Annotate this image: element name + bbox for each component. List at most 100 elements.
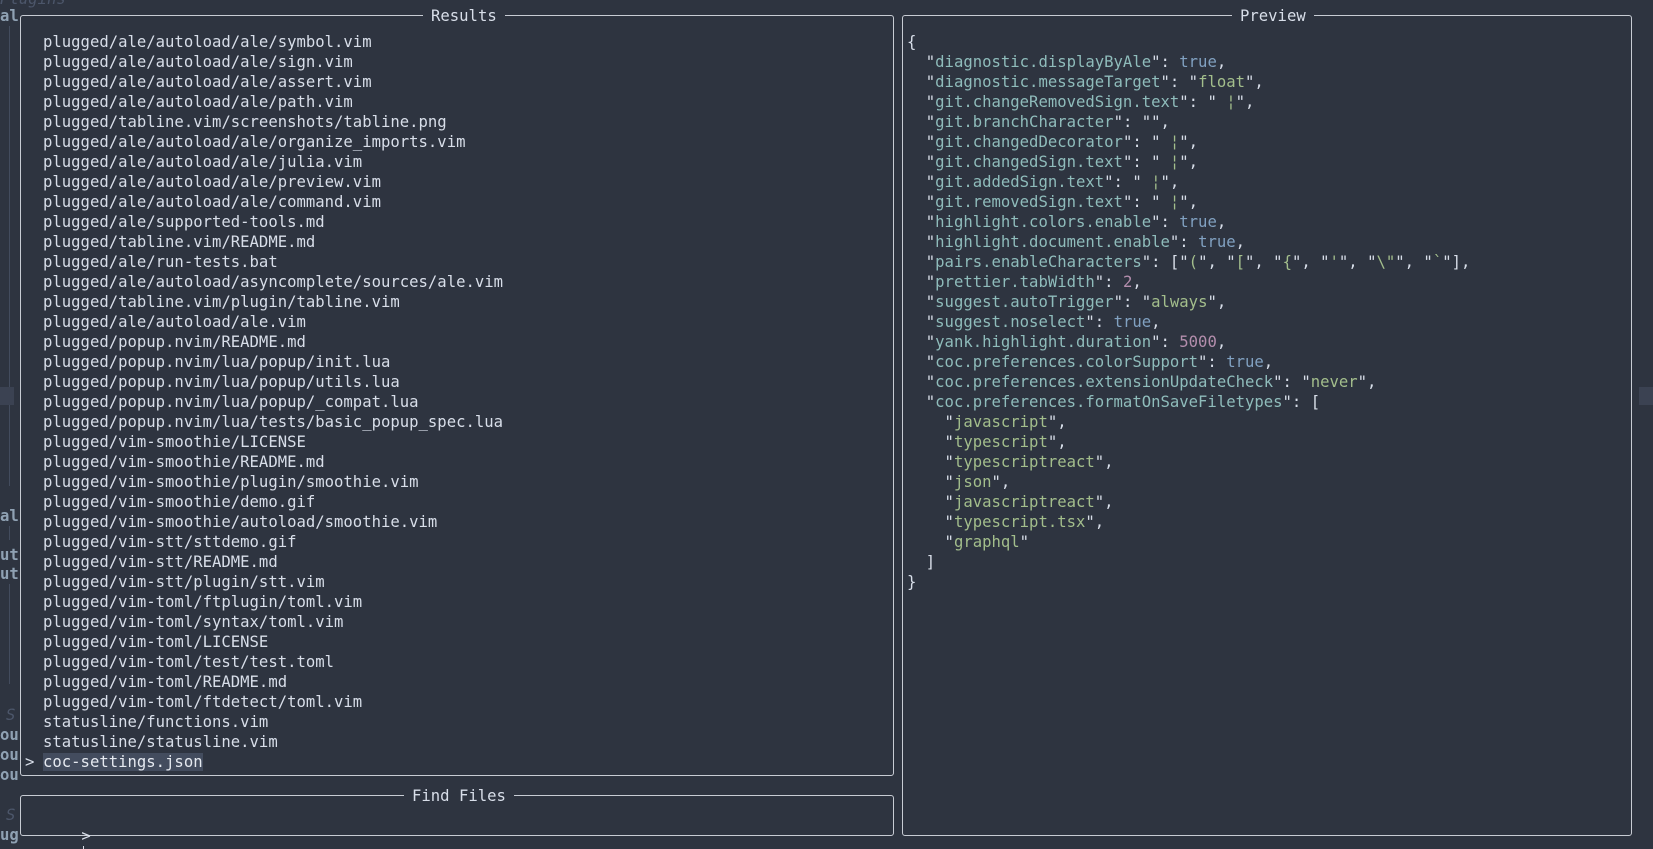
result-row[interactable]: plugged/ale/autoload/asyncomplete/source…	[21, 272, 893, 292]
code-token: ", "	[1245, 253, 1283, 271]
result-row[interactable]: plugged/ale/autoload/ale/sign.vim	[21, 52, 893, 72]
code-token: ": "	[1113, 293, 1152, 311]
code-token: "	[907, 393, 936, 411]
result-path: plugged/tabline.vim/screenshots/tabline.…	[43, 113, 447, 131]
code-token: "	[907, 73, 936, 91]
code-line: "json",	[907, 472, 1631, 492]
code-line: "git.branchCharacter": "",	[907, 112, 1631, 132]
result-row[interactable]: plugged/popup.nvim/lua/popup/utils.lua	[21, 372, 893, 392]
result-path: plugged/vim-smoothie/demo.gif	[43, 493, 316, 511]
bg-fragment: ou	[0, 746, 19, 764]
code-token: "	[907, 313, 936, 331]
code-token: ",	[1085, 513, 1105, 531]
prompt-input[interactable]: >	[25, 806, 91, 849]
code-token: ,	[1216, 333, 1227, 351]
result-row[interactable]: plugged/vim-smoothie/README.md	[21, 452, 893, 472]
result-row[interactable]: plugged/ale/autoload/ale/path.vim	[21, 92, 893, 112]
code-token: diagnostic.displayByAle	[935, 53, 1152, 71]
code-line: "coc.preferences.formatOnSaveFiletypes":…	[907, 392, 1631, 412]
result-row[interactable]: plugged/vim-smoothie/demo.gif	[21, 492, 893, 512]
code-token: coc.preferences.extensionUpdateCheck	[935, 373, 1274, 391]
code-token: ",	[1047, 413, 1067, 431]
result-row[interactable]: plugged/vim-stt/plugin/stt.vim	[21, 572, 893, 592]
result-row[interactable]: plugged/vim-toml/syntax/toml.vim	[21, 612, 893, 632]
code-token: "	[907, 273, 936, 291]
result-row-selected[interactable]: > coc-settings.json	[21, 752, 893, 772]
code-line: "coc.preferences.extensionUpdateCheck": …	[907, 372, 1631, 392]
code-token: ",	[1207, 293, 1227, 311]
result-row[interactable]: plugged/vim-toml/LICENSE	[21, 632, 893, 652]
result-row[interactable]: plugged/ale/autoload/ale/organize_import…	[21, 132, 893, 152]
code-token: \"	[1376, 253, 1396, 271]
code-token: graphql	[953, 533, 1020, 551]
result-path: plugged/vim-toml/README.md	[43, 673, 288, 691]
code-token: ",	[1179, 133, 1199, 151]
result-row[interactable]: plugged/popup.nvim/lua/popup/init.lua	[21, 352, 893, 372]
result-row[interactable]: plugged/vim-stt/README.md	[21, 552, 893, 572]
code-token: ":	[1094, 273, 1123, 291]
code-token: ,	[1216, 213, 1227, 231]
code-token: true	[1113, 313, 1152, 331]
code-token: "	[907, 133, 936, 151]
result-row[interactable]: plugged/vim-smoothie/LICENSE	[21, 432, 893, 452]
result-row[interactable]: statusline/statusline.vim	[21, 732, 893, 752]
code-token: "	[907, 213, 936, 231]
code-line: "diagnostic.displayByAle": true,	[907, 52, 1631, 72]
result-row[interactable]: plugged/ale/autoload/ale/symbol.vim	[21, 32, 893, 52]
code-token: ¦	[1160, 193, 1180, 211]
preview-window: Preview { "diagnostic.displayByAle": tru…	[902, 6, 1632, 836]
result-path: plugged/ale/run-tests.bat	[43, 253, 278, 271]
result-row[interactable]: plugged/tabline.vim/plugin/tabline.vim	[21, 292, 893, 312]
result-row[interactable]: plugged/tabline.vim/screenshots/tabline.…	[21, 112, 893, 132]
code-token: ": "	[1122, 133, 1161, 151]
result-row[interactable]: plugged/ale/run-tests.bat	[21, 252, 893, 272]
result-row[interactable]: plugged/ale/supported-tools.md	[21, 212, 893, 232]
result-row[interactable]: plugged/vim-stt/sttdemo.gif	[21, 532, 893, 552]
code-line: "javascript",	[907, 412, 1631, 432]
result-path: plugged/vim-stt/plugin/stt.vim	[43, 573, 325, 591]
code-line: "yank.highlight.duration": 5000,	[907, 332, 1631, 352]
code-token: ,	[1263, 353, 1274, 371]
result-row[interactable]: plugged/vim-toml/ftplugin/toml.vim	[21, 592, 893, 612]
result-path: plugged/ale/autoload/ale/sign.vim	[43, 53, 353, 71]
result-path: plugged/ale/autoload/ale.vim	[43, 313, 306, 331]
code-line: "prettier.tabWidth": 2,	[907, 272, 1631, 292]
result-row[interactable]: plugged/vim-toml/test/test.toml	[21, 652, 893, 672]
code-line: "git.changeRemovedSign.text": " ¦",	[907, 92, 1631, 112]
code-token: git.addedSign.text	[935, 173, 1105, 191]
result-row[interactable]: plugged/tabline.vim/README.md	[21, 232, 893, 252]
result-row[interactable]: plugged/vim-toml/README.md	[21, 672, 893, 692]
result-row[interactable]: plugged/vim-smoothie/autoload/smoothie.v…	[21, 512, 893, 532]
code-token: float	[1198, 73, 1246, 91]
code-token: "	[907, 53, 936, 71]
code-line: {	[907, 32, 1631, 52]
result-row[interactable]: plugged/popup.nvim/README.md	[21, 332, 893, 352]
code-token: json	[953, 473, 992, 491]
result-row[interactable]: statusline/functions.vim	[21, 712, 893, 732]
result-path: statusline/statusline.vim	[43, 733, 278, 751]
result-row[interactable]: plugged/vim-toml/ftdetect/toml.vim	[21, 692, 893, 712]
code-token: ",	[1179, 153, 1199, 171]
result-row[interactable]: plugged/ale/autoload/ale/assert.vim	[21, 72, 893, 92]
code-token: ", "	[1291, 253, 1330, 271]
result-row[interactable]: plugged/ale/autoload/ale/julia.vim	[21, 152, 893, 172]
result-path: plugged/ale/supported-tools.md	[43, 213, 325, 231]
code-token: "	[907, 93, 936, 111]
result-row[interactable]: plugged/ale/autoload/ale/command.vim	[21, 192, 893, 212]
code-token: typescript.tsx	[953, 513, 1086, 531]
result-row[interactable]: plugged/popup.nvim/lua/popup/_compat.lua	[21, 392, 893, 412]
results-list[interactable]: plugged/ale/autoload/ale/symbol.vim plugg…	[21, 32, 893, 772]
selection-caret: >	[25, 753, 35, 771]
result-row[interactable]: plugged/ale/autoload/ale/preview.vim	[21, 172, 893, 192]
result-path: plugged/tabline.vim/README.md	[43, 233, 316, 251]
code-token: "	[907, 173, 936, 191]
code-token: suggest.noselect	[935, 313, 1086, 331]
result-row[interactable]: plugged/ale/autoload/ale.vim	[21, 312, 893, 332]
result-row[interactable]: plugged/popup.nvim/lua/tests/basic_popup…	[21, 412, 893, 432]
code-token: "	[907, 493, 954, 511]
result-row[interactable]: plugged/vim-smoothie/plugin/smoothie.vim	[21, 472, 893, 492]
code-token: highlight.colors.enable	[935, 213, 1152, 231]
code-token: yank.highlight.duration	[935, 333, 1152, 351]
code-token: highlight.document.enable	[935, 233, 1170, 251]
code-token: `	[1432, 253, 1443, 271]
